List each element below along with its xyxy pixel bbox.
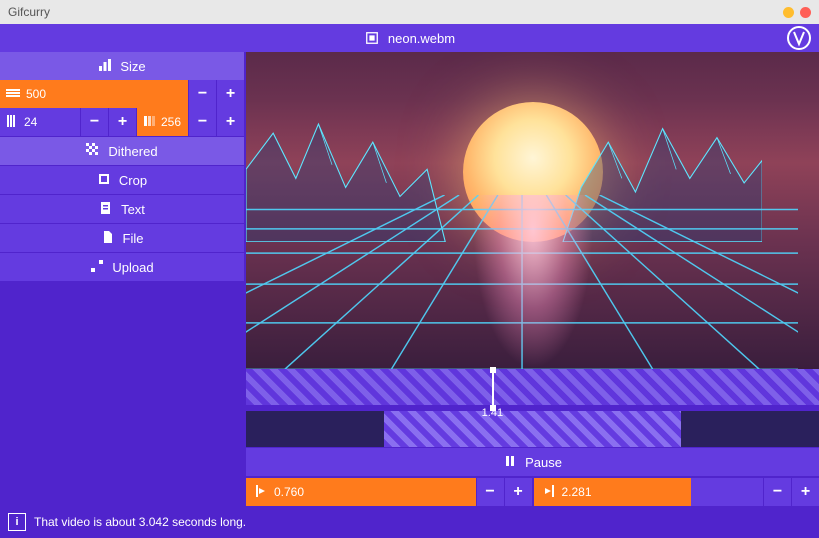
file-menu-item[interactable]: File: [0, 224, 244, 252]
text-label: Text: [121, 202, 145, 217]
file-label: File: [123, 231, 144, 246]
fps-minus-button[interactable]: −: [80, 108, 108, 136]
sidebar: Size 500 − + 24 − +: [0, 52, 244, 506]
text-icon: [99, 201, 113, 218]
width-icon: [6, 86, 20, 103]
titlebar: Gifcurry: [0, 0, 819, 24]
start-plus-button[interactable]: +: [504, 478, 532, 506]
size-panel-header[interactable]: Size: [0, 52, 244, 80]
time-controls: 0.760 − + 2.281 − +: [246, 478, 819, 506]
start-bracket-icon: [254, 484, 268, 501]
end-spacer: [691, 478, 763, 506]
fps-field[interactable]: 24: [0, 108, 80, 136]
app-title: Gifcurry: [8, 5, 50, 19]
statusbar: i That video is about 3.042 seconds long…: [0, 506, 819, 538]
width-row: 500 − +: [0, 80, 244, 108]
filename-label: neon.webm: [388, 31, 455, 46]
playhead[interactable]: [492, 369, 494, 409]
pause-button[interactable]: Pause: [246, 448, 819, 476]
crop-menu-item[interactable]: Crop: [0, 166, 244, 194]
text-menu-item[interactable]: Text: [0, 195, 244, 223]
end-time-value: 2.281: [562, 485, 592, 499]
start-minus-button[interactable]: −: [476, 478, 504, 506]
window-controls: [783, 7, 811, 18]
dither-icon: [86, 143, 100, 160]
upload-label: Upload: [112, 260, 153, 275]
end-time-field[interactable]: 2.281: [534, 478, 691, 506]
fps-value: 24: [24, 115, 37, 129]
width-field[interactable]: 500: [0, 80, 188, 108]
info-icon: i: [8, 513, 26, 531]
dithered-label: Dithered: [108, 144, 157, 159]
video-preview[interactable]: [246, 52, 819, 369]
pause-icon: [503, 454, 517, 471]
preview-grid: [246, 195, 798, 369]
playhead-time: 1.41: [482, 407, 503, 419]
start-time-value: 0.760: [274, 485, 304, 499]
width-minus-button[interactable]: −: [188, 80, 216, 108]
width-plus-button[interactable]: +: [216, 80, 244, 108]
colors-minus-button[interactable]: −: [188, 108, 216, 136]
fps-colors-row: 24 − + 256 − +: [0, 108, 244, 136]
main-area: Size 500 − + 24 − +: [0, 52, 819, 506]
end-bracket-icon: [542, 484, 556, 501]
file-video-icon: [364, 30, 380, 46]
timeline-clip[interactable]: [246, 411, 819, 447]
timeline-full[interactable]: 1.41: [246, 369, 819, 405]
end-plus-button[interactable]: +: [791, 478, 819, 506]
start-time-field[interactable]: 0.760: [246, 478, 476, 506]
pause-label: Pause: [525, 455, 562, 470]
colors-plus-button[interactable]: +: [216, 108, 244, 136]
crop-label: Crop: [119, 173, 147, 188]
status-message: That video is about 3.042 seconds long.: [34, 515, 246, 529]
header: neon.webm: [0, 24, 819, 52]
upload-icon: [90, 259, 104, 276]
colors-value: 256: [161, 115, 181, 129]
upload-menu-item[interactable]: Upload: [0, 253, 244, 281]
close-button[interactable]: [800, 7, 811, 18]
fps-plus-button[interactable]: +: [108, 108, 136, 136]
size-label: Size: [120, 59, 145, 74]
file-icon: [101, 230, 115, 247]
fps-icon: [6, 114, 20, 131]
palette-icon: [143, 114, 157, 131]
preview-column: 1.41 Pause 0.760 −: [244, 52, 819, 506]
width-value: 500: [26, 87, 46, 101]
app-logo-icon: [787, 26, 811, 50]
dithered-toggle[interactable]: Dithered: [0, 137, 244, 165]
end-minus-button[interactable]: −: [763, 478, 791, 506]
crop-icon: [97, 172, 111, 189]
minimize-button[interactable]: [783, 7, 794, 18]
bars-icon: [98, 58, 112, 75]
colors-field[interactable]: 256: [137, 108, 188, 136]
